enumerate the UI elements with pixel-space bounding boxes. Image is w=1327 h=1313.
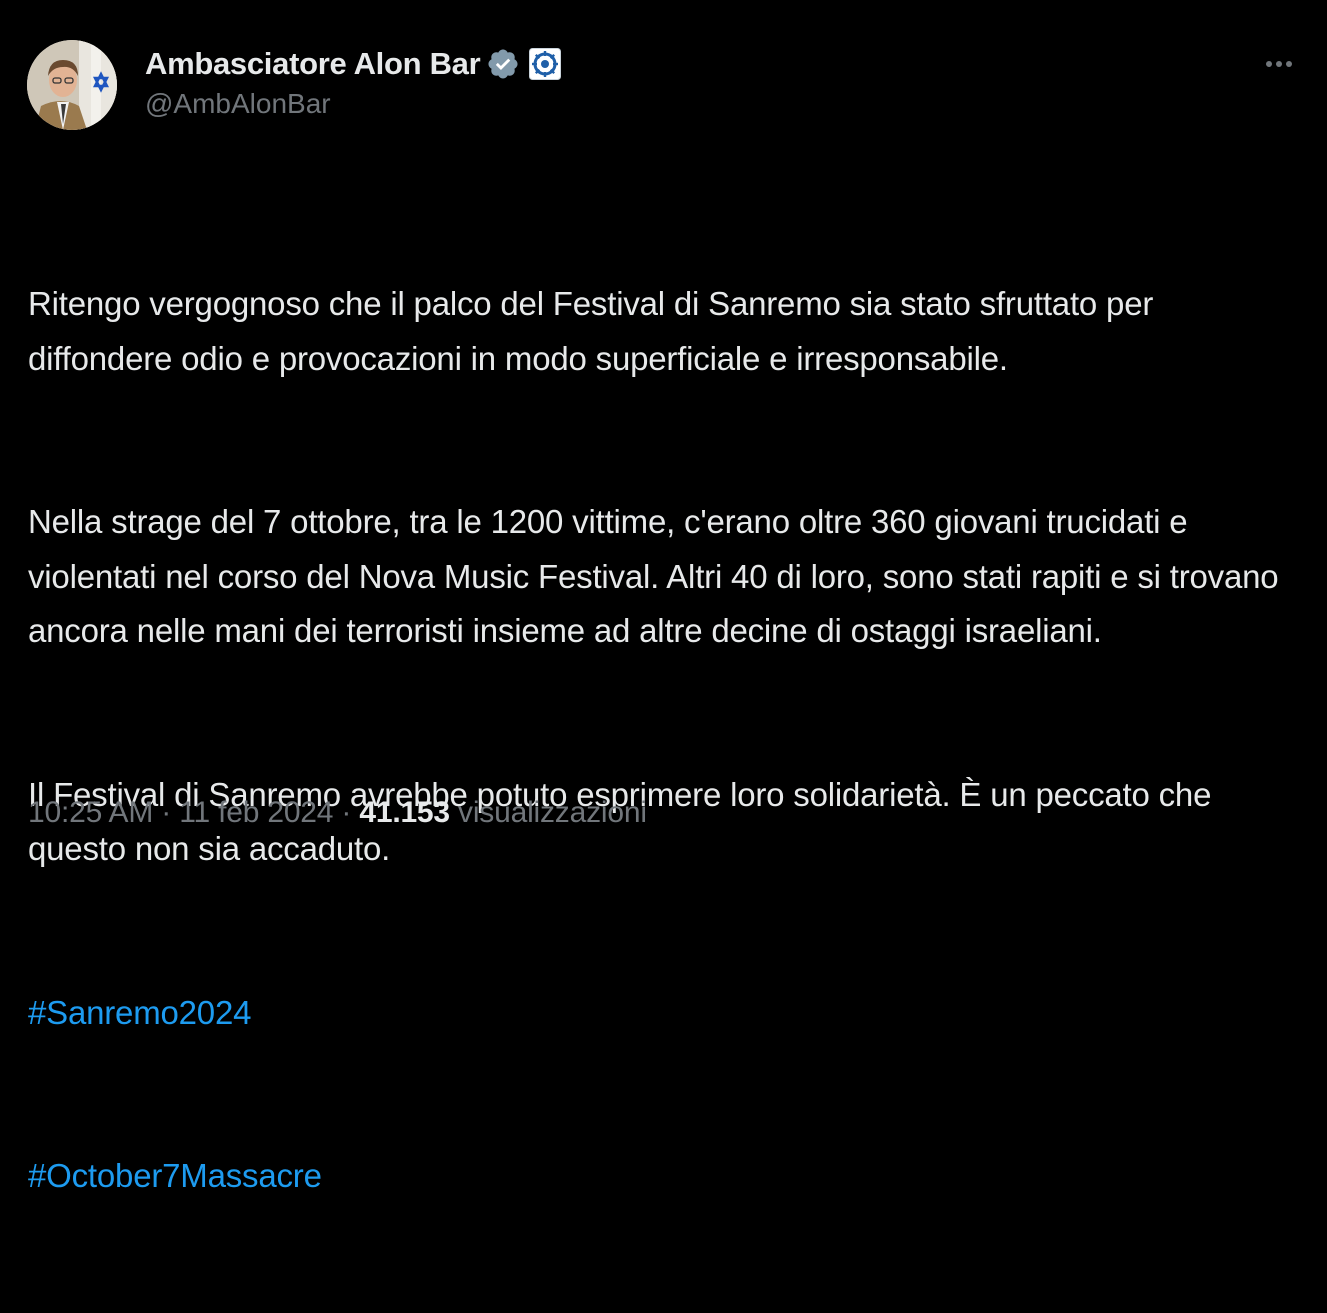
views-label: visualizzazioni bbox=[458, 796, 647, 829]
affiliate-badge-icon[interactable] bbox=[528, 47, 562, 81]
hashtag-link[interactable]: #October7Massacre bbox=[28, 1149, 1298, 1204]
name-row: Ambasciatore Alon Bar bbox=[145, 44, 562, 84]
tweet-text: Ritengo vergognoso che il palco del Fest… bbox=[28, 168, 1298, 1313]
tweet-meta: 10:25 AM · 11 feb 2024 · 41.153 visualiz… bbox=[28, 796, 647, 830]
tweet-date[interactable]: 11 feb 2024 bbox=[179, 796, 333, 829]
avatar-image bbox=[27, 40, 117, 130]
verified-badge-icon[interactable] bbox=[486, 47, 520, 81]
tweet-time[interactable]: 10:25 AM bbox=[28, 796, 153, 829]
meta-separator: · bbox=[153, 796, 180, 829]
hashtag-link[interactable]: #Sanremo2024 bbox=[28, 986, 1298, 1041]
author-names: Ambasciatore Alon Bar @AmbAlonBar bbox=[145, 44, 562, 120]
views-count: 41.153 bbox=[359, 796, 450, 829]
handle[interactable]: @AmbAlonBar bbox=[145, 88, 562, 120]
tweet: Ambasciatore Alon Bar @AmbAlonBar Riteng… bbox=[0, 0, 1327, 1194]
display-name[interactable]: Ambasciatore Alon Bar bbox=[145, 46, 481, 82]
tweet-paragraph: Ritengo vergognoso che il palco del Fest… bbox=[28, 285, 1163, 377]
more-options-icon[interactable] bbox=[1259, 52, 1299, 76]
avatar[interactable] bbox=[27, 40, 117, 130]
tweet-header: Ambasciatore Alon Bar @AmbAlonBar bbox=[27, 40, 562, 130]
meta-separator: · bbox=[333, 796, 360, 829]
tweet-paragraph: Nella strage del 7 ottobre, tra le 1200 … bbox=[28, 503, 1288, 649]
